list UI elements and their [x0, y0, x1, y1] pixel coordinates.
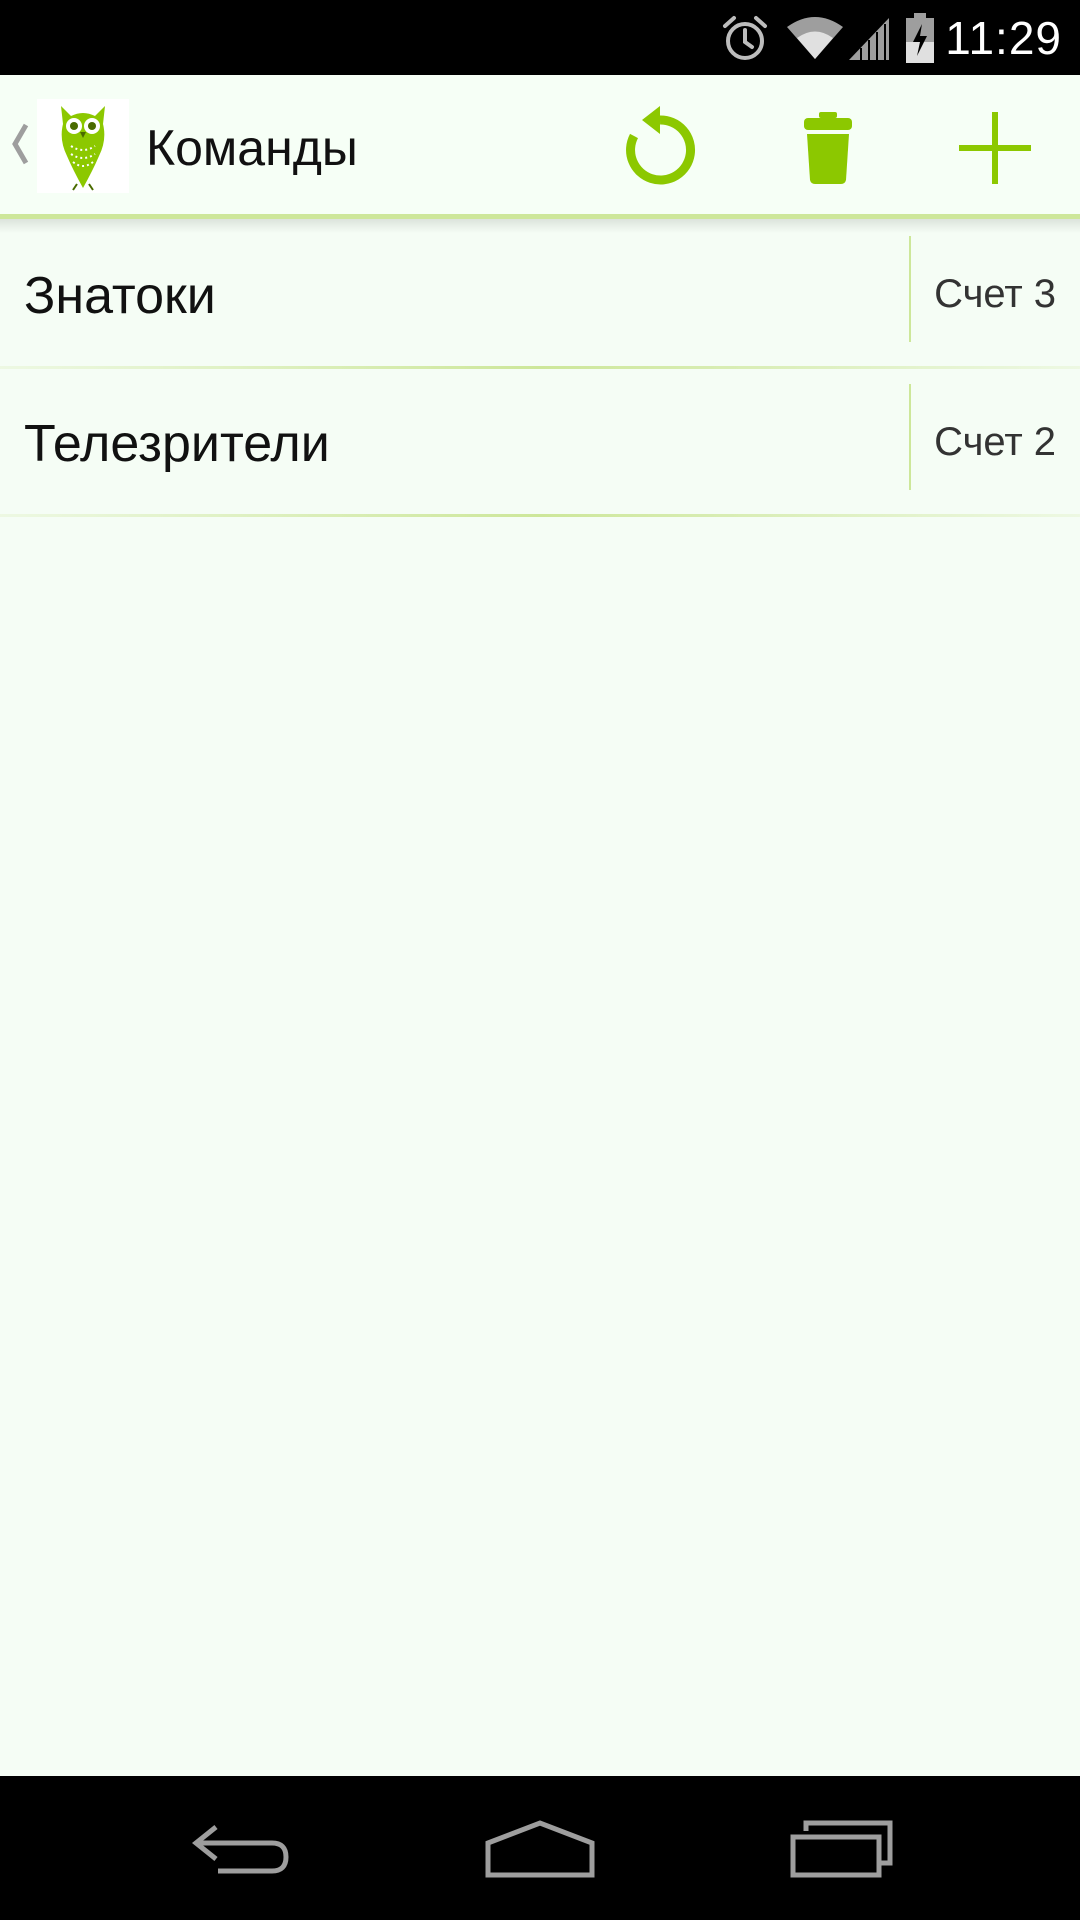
battery-charging-icon [905, 12, 935, 64]
signal-icon [847, 14, 891, 62]
back-icon [188, 1819, 292, 1884]
wifi-icon [785, 15, 845, 61]
status-bar: 11:29 [0, 0, 1080, 75]
status-time: 11:29 [945, 11, 1062, 64]
divider [909, 236, 911, 342]
team-score: Счет 3 [934, 272, 1056, 316]
reset-button[interactable] [615, 105, 705, 195]
alarm-icon [719, 12, 771, 64]
add-button[interactable] [950, 105, 1040, 195]
action-bar: Команды [0, 75, 1080, 219]
list-item[interactable]: Телезрители Счет 2 [0, 372, 1080, 520]
team-name: Телезрители [24, 415, 330, 473]
trash-icon [800, 111, 856, 189]
owl-logo-icon[interactable] [37, 99, 129, 193]
recent-apps-icon [790, 1819, 894, 1884]
recent-apps-button[interactable] [782, 1816, 902, 1886]
team-score: Счет 2 [934, 420, 1056, 464]
team-name: Знатоки [24, 267, 216, 325]
page-title: Команды [146, 120, 358, 176]
home-button[interactable] [480, 1816, 600, 1886]
up-caret-icon[interactable] [10, 121, 30, 172]
home-icon [484, 1819, 596, 1884]
add-icon [957, 110, 1033, 191]
reset-icon [620, 105, 700, 195]
back-button[interactable] [180, 1816, 300, 1886]
divider [909, 384, 911, 490]
delete-button[interactable] [783, 105, 873, 195]
list-item[interactable]: Знатоки Счет 3 [0, 224, 1080, 372]
teams-list: Знатоки Счет 3 Телезрители Счет 2 [0, 224, 1080, 520]
navigation-bar [0, 1776, 1080, 1920]
